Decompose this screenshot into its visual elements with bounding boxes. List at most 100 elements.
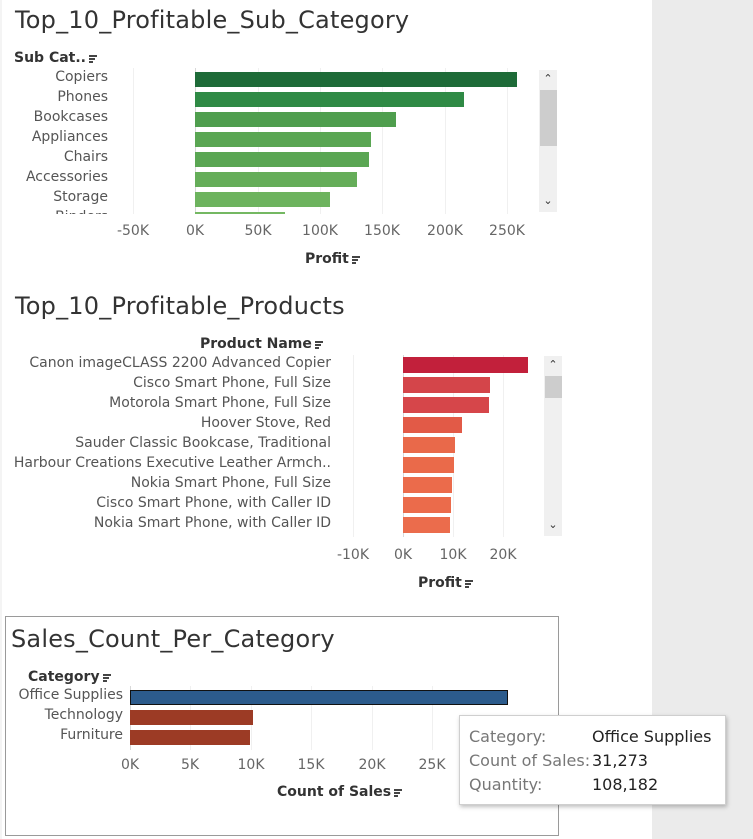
chart3-x-axis-title: Count of Sales [277,784,403,800]
chart0-gridline [382,68,383,214]
bar[interactable] [130,689,508,705]
x-tick-label: 25K [418,757,446,773]
x-tick-label: 0K [185,223,205,239]
chart2-row-header-label: Product Name [200,336,312,352]
chart2-x-axis-label: Profit [418,575,462,591]
category-label: Binders [55,209,108,214]
bar[interactable] [130,729,250,745]
sort-icon[interactable] [314,341,323,349]
category-label: Chairs [63,149,108,165]
right-gutter [652,0,753,839]
x-tick-label: -50K [116,223,150,239]
category-label: Harbour Creations Executive Leather Armc… [13,455,331,471]
x-tick-label: 20K [358,757,386,773]
tooltip-value: Office Supplies [592,727,712,746]
tooltip-row-quantity: Quantity: 108,182 [469,775,658,794]
x-tick-label: 50K [244,223,272,239]
chart1-scrollbar[interactable]: ⌃ ⌄ [539,70,557,212]
chart1-gridline [353,355,354,537]
bar[interactable] [403,397,489,413]
category-label: Appliances [31,129,108,145]
chart3-row-header-label: Category [28,669,100,685]
tooltip-key: Quantity: [469,775,543,794]
chevron-down-icon[interactable]: ⌄ [544,518,562,532]
bar[interactable] [195,191,330,207]
x-tick-label: 200K [427,223,463,239]
chart2-scroll-thumb[interactable] [545,376,562,398]
category-label: Accessories [25,169,108,185]
chart1-title: Top_10_Profitable_Sub_Category [15,6,410,34]
sort-icon[interactable] [89,55,97,63]
bar[interactable] [403,357,528,373]
tooltip-value: 31,273 [592,751,648,770]
category-label: Motorola Smart Phone, Full Size [109,395,331,411]
category-label: Bookcases [33,109,108,125]
bar[interactable] [130,709,253,725]
bar[interactable] [403,377,490,393]
bar[interactable] [195,111,396,127]
chart2-scrollbar[interactable]: ⌃ ⌄ [544,356,562,536]
category-label: Phones [57,89,108,105]
category-label: Canon imageCLASS 2200 Advanced Copier [29,355,331,371]
bar[interactable] [403,497,451,513]
tooltip-key: Count of Sales: [469,751,591,770]
x-tick-label: 10K [237,757,265,773]
bar[interactable] [403,457,454,473]
sort-icon[interactable] [102,674,111,682]
chart3-x-axis-label: Count of Sales [277,784,392,800]
chart3-title: Sales_Count_Per_Category [11,625,335,653]
chart2-row-header[interactable]: Product Name [200,336,323,352]
category-label: Office Supplies [18,687,123,703]
category-label: Storage [53,189,108,205]
x-tick-label: 20K [489,547,517,563]
tooltip-row-category: Category: Office Supplies [469,727,711,746]
category-label: Hoover Stove, Red [200,415,331,431]
x-tick-label: 100K [302,223,338,239]
bar[interactable] [403,517,450,533]
tooltip: Category: Office Supplies Count of Sales:… [459,715,726,805]
x-tick-label: 5K [180,757,200,773]
bar[interactable] [195,151,369,167]
bar[interactable] [403,417,462,433]
tooltip-row-count: Count of Sales: 31,273 [469,751,648,770]
category-label: Cisco Smart Phone, Full Size [133,375,331,391]
bar[interactable] [195,131,371,147]
chart1-gridline [503,355,504,537]
x-tick-label: 10K [439,547,467,563]
tooltip-key: Category: [469,727,547,746]
chart0-gridline [507,68,508,214]
chevron-down-icon[interactable]: ⌄ [539,194,557,208]
chart3-row-header[interactable]: Category [28,669,111,685]
tooltip-value: 108,182 [592,775,659,794]
chart0-gridline [133,68,134,214]
bar[interactable] [403,437,455,453]
chart1-row-header[interactable]: Sub Cat.. [14,50,97,66]
category-label: Nokia Smart Phone, Full Size [130,475,331,491]
x-tick-label: 15K [297,757,325,773]
chart2-x-axis-title: Profit [418,575,473,591]
x-tick-label: 250K [489,223,525,239]
bar[interactable] [195,171,357,187]
bar[interactable] [403,477,452,493]
category-label: Technology [44,707,123,723]
chart0-gridline [445,68,446,214]
bar[interactable] [195,211,285,214]
sort-icon[interactable] [394,789,403,797]
category-label: Copiers [55,69,108,85]
chevron-up-icon[interactable]: ⌃ [544,358,562,372]
bar[interactable] [195,91,464,107]
chart1-scroll-thumb[interactable] [540,90,557,146]
x-tick-label: 0K [120,757,140,773]
x-tick-label: -10K [336,547,370,563]
chart1-x-axis-label: Profit [305,251,349,267]
sort-icon[interactable] [351,256,360,264]
chart1-row-header-label: Sub Cat.. [14,50,86,66]
x-tick-label: 150K [364,223,400,239]
category-label: Nokia Smart Phone, with Caller ID [93,515,331,531]
category-label: Sauder Classic Bookcase, Traditional [75,435,331,451]
chevron-up-icon[interactable]: ⌃ [539,72,557,86]
bar[interactable] [195,71,517,87]
x-tick-label: 0K [393,547,413,563]
sort-icon[interactable] [464,580,473,588]
chart1-x-axis-title: Profit [305,251,360,267]
